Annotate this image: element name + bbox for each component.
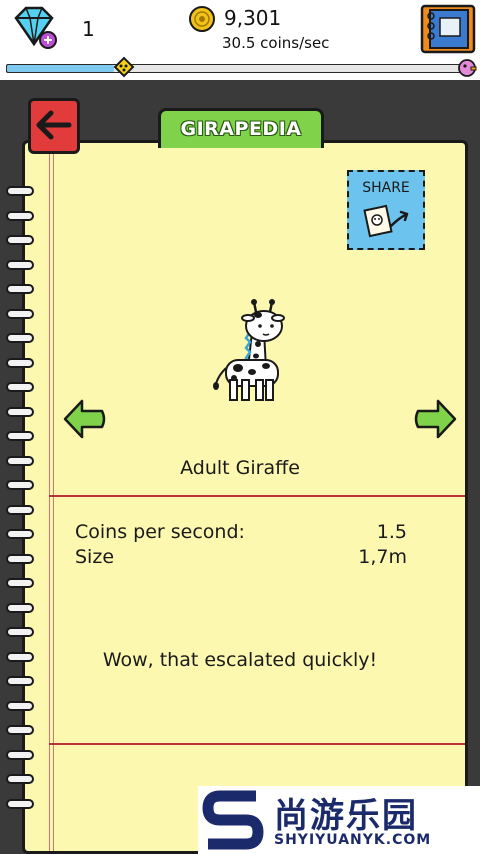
coin-icon bbox=[189, 6, 215, 32]
divider-line bbox=[49, 743, 465, 745]
watermark-text: 尚游乐园 bbox=[274, 796, 418, 836]
top-bar: 1 9,301 30.5 coins/sec bbox=[0, 0, 480, 58]
giraffe-book-button[interactable] bbox=[420, 4, 476, 54]
creature-marker-icon bbox=[113, 56, 135, 78]
spiral-ring bbox=[6, 774, 34, 784]
spiral-ring bbox=[6, 186, 34, 196]
spiral-ring bbox=[6, 749, 34, 760]
share-label: SHARE bbox=[362, 180, 410, 196]
spiral-ring bbox=[6, 455, 34, 466]
watermark-url: SHYIYUANYK.COM bbox=[274, 832, 432, 848]
right-arrow-icon bbox=[414, 399, 457, 439]
next-creature-button[interactable] bbox=[412, 396, 458, 442]
coin-total: 9,301 bbox=[224, 6, 282, 30]
spiral-ring bbox=[6, 210, 34, 221]
spiral-ring bbox=[6, 700, 34, 711]
spiral-ring bbox=[6, 480, 34, 490]
tab-label: GIRAPEDIA bbox=[180, 118, 302, 140]
spiral-ring bbox=[6, 553, 34, 564]
spiral-ring bbox=[6, 333, 34, 343]
back-arrow-icon bbox=[36, 110, 72, 140]
goal-creature-icon bbox=[458, 59, 477, 77]
spiral-ring bbox=[6, 357, 34, 368]
coin-rate: 30.5 coins/sec bbox=[222, 34, 330, 52]
spiral-ring bbox=[6, 406, 34, 417]
gem-count: 1 bbox=[82, 17, 95, 41]
spiral-ring bbox=[6, 382, 34, 392]
left-arrow-icon bbox=[63, 399, 106, 439]
spiral-ring bbox=[6, 676, 34, 686]
share-icon bbox=[363, 204, 409, 238]
gem-plus-icon[interactable] bbox=[10, 4, 58, 50]
spiral-ring bbox=[6, 529, 34, 539]
progress-fill bbox=[7, 65, 114, 72]
stat-value: 1,7m bbox=[358, 546, 407, 568]
divider-line bbox=[49, 495, 465, 497]
creature-quote: Wow, that escalated quickly! bbox=[102, 649, 378, 671]
spiral-ring bbox=[6, 651, 34, 662]
spiral-ring bbox=[6, 284, 34, 294]
watermark: 尚游乐园 SHYIYUANYK.COM bbox=[198, 786, 480, 854]
back-button[interactable] bbox=[28, 98, 80, 154]
stat-value: 1.5 bbox=[376, 521, 407, 543]
creature-name: Adult Giraffe bbox=[180, 457, 300, 479]
tab-girapedia: GIRAPEDIA bbox=[158, 108, 324, 148]
spiral-ring bbox=[6, 578, 34, 588]
spiral-ring bbox=[6, 259, 34, 270]
spiral-ring bbox=[6, 431, 34, 441]
stat-label: Coins per second: bbox=[75, 521, 245, 543]
evolution-progress bbox=[0, 56, 480, 82]
spiral-ring bbox=[6, 235, 34, 245]
spiral-ring bbox=[6, 504, 34, 515]
giraffe-illustration bbox=[213, 299, 285, 401]
watermark-logo-icon bbox=[202, 790, 264, 850]
progress-track bbox=[6, 64, 472, 73]
spiral-ring bbox=[6, 308, 34, 319]
stat-label: Size bbox=[75, 546, 115, 568]
share-button[interactable]: SHARE bbox=[347, 170, 425, 250]
spiral-ring bbox=[6, 627, 34, 637]
spiral-ring bbox=[6, 798, 34, 809]
spiral-ring bbox=[6, 725, 34, 735]
previous-creature-button[interactable] bbox=[62, 396, 108, 442]
spiral-ring bbox=[6, 602, 34, 613]
